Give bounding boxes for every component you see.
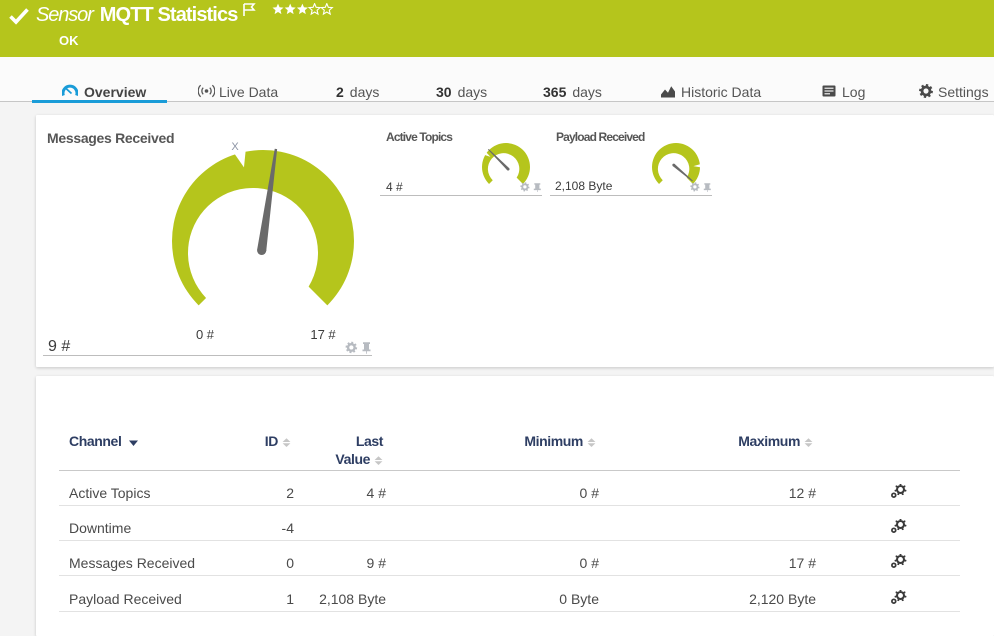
svg-text:X: X: [231, 141, 239, 153]
svg-text:0 #: 0 #: [196, 327, 215, 342]
svg-text:17 #: 17 #: [310, 327, 336, 342]
